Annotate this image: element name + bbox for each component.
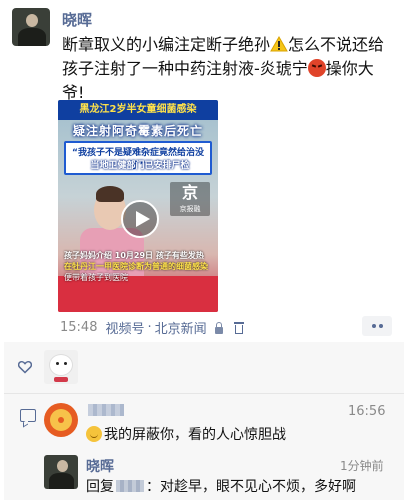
comment-text-body: 我的屏蔽你，看的人心惊胆战	[104, 427, 286, 443]
warning-icon	[270, 35, 288, 52]
news-logo-mark: 京	[181, 183, 198, 202]
lock-icon[interactable]	[213, 321, 225, 334]
post-text: 断章取义的小编注定断子绝孙 怎么不说还给孩子注射了一种中药注射液-炎琥宁 操你大爷!	[62, 33, 396, 105]
reply-target-redacted[interactable]	[116, 480, 144, 492]
post-time: 15:48	[60, 320, 98, 335]
video-headline: 疑注射阿奇霉素后死亡	[72, 124, 203, 138]
heart-icon	[17, 359, 33, 374]
video-caption-3: 便带着孩子到医院	[64, 273, 128, 282]
meta-separator: ·	[147, 320, 152, 335]
video-banner: 黑龙江2岁半女童细菌感染	[58, 100, 218, 120]
reply-author-name[interactable]: 晓晖	[86, 456, 114, 476]
comment-text[interactable]: 我的屏蔽你，看的人心惊胆战	[86, 424, 286, 444]
dot-icon	[371, 324, 376, 328]
news-logo: 京 京报融	[170, 182, 210, 216]
author-avatar[interactable]	[12, 8, 50, 46]
reply-text-body: ：对趁早，眼不见心不烦，多好啊	[146, 479, 356, 495]
comments-divider	[4, 393, 404, 394]
liker-avatar-bow	[54, 377, 68, 382]
play-icon[interactable]	[121, 200, 159, 238]
commenter-avatar[interactable]	[44, 403, 78, 437]
comment-icon	[20, 409, 36, 422]
reply-prefix: 回复	[86, 479, 114, 495]
trash-icon[interactable]	[233, 321, 245, 334]
reply-author-avatar[interactable]	[44, 455, 78, 489]
smile-emoji-icon	[86, 426, 102, 442]
video-subhead: 当地卫健部门已安排尸检	[90, 161, 190, 171]
liker-avatar-eye	[64, 362, 67, 365]
commenter-name-redacted[interactable]	[88, 404, 124, 416]
comment-time: 16:56	[348, 404, 386, 419]
reply-avatar-head	[57, 460, 68, 472]
video-thumbnail[interactable]: 黑龙江2岁半女童细菌感染 疑注射阿奇霉素后死亡 “我孩子不是疑难杂症竟然给治没了…	[58, 100, 218, 312]
reply-text[interactable]: 回复 ：对趁早，眼不见心不烦，多好啊	[86, 476, 356, 496]
video-channel-source[interactable]: 视频号	[105, 318, 144, 337]
post-meta: 15:48 视频号 · 北京新闻	[60, 318, 245, 337]
reply-time: 1分钟前	[340, 459, 384, 473]
liker-avatar-face	[49, 354, 73, 376]
video-caption-1: 孩子妈妈介绍 10月29日 孩子有些发热	[64, 251, 204, 260]
more-options-button[interactable]	[362, 316, 392, 336]
dot-icon	[378, 324, 383, 328]
video-caption-2: 在牡丹江一甲医院诊断为普通的细菌感染	[64, 262, 208, 271]
reply-avatar-body	[49, 473, 74, 489]
liker-avatar[interactable]	[44, 350, 78, 384]
news-logo-text: 京报融	[179, 205, 201, 213]
channel-name[interactable]: 北京新闻	[155, 318, 207, 337]
angry-face-icon	[307, 59, 326, 77]
child-hair	[96, 186, 124, 202]
commenter-avatar-dot	[58, 417, 64, 423]
liker-avatar-eye	[56, 362, 59, 365]
post-author-name[interactable]: 晓晖	[62, 9, 92, 30]
post-text-part1: 断章取义的小编注定断子绝孙	[62, 35, 271, 54]
